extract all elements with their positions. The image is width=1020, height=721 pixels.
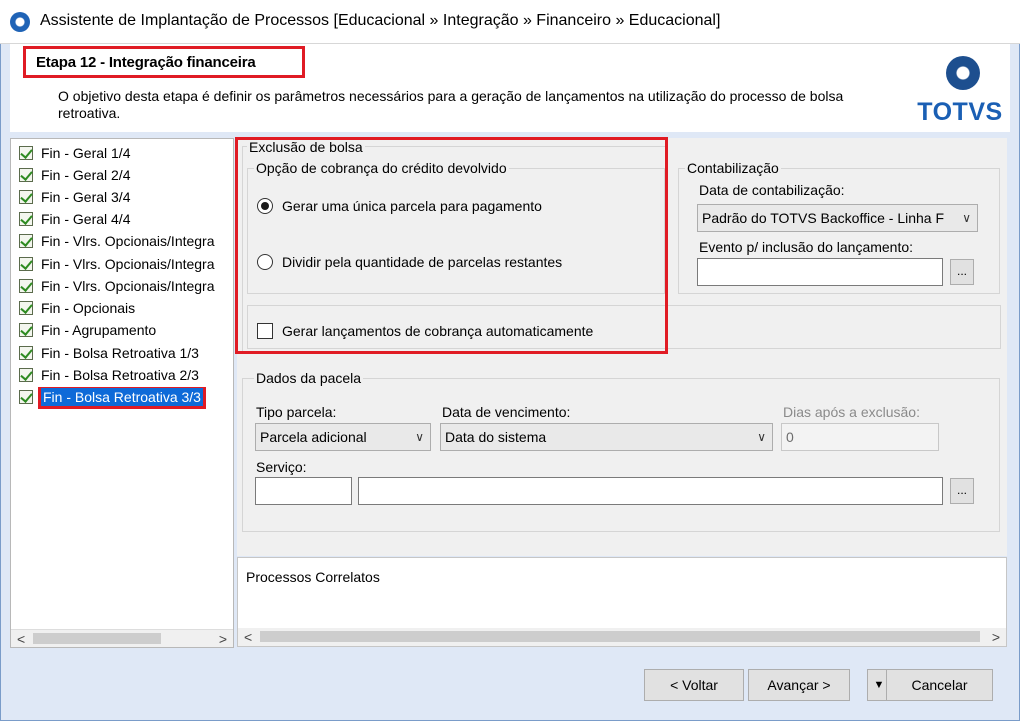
- tree-item-label: Fin - Bolsa Retroativa 1/3: [41, 345, 199, 361]
- step-header: Etapa 12 - Integração financeira O objet…: [10, 44, 1010, 132]
- checked-icon: [19, 257, 33, 271]
- caret-down-icon: ▼: [873, 679, 885, 691]
- checked-icon: [19, 390, 33, 404]
- tree-item[interactable]: Fin - Vlrs. Opcionais/Integra: [19, 254, 231, 276]
- tree-item[interactable]: Fin - Bolsa Retroativa 2/3: [19, 365, 231, 387]
- evento-lookup-button[interactable]: ...: [950, 259, 974, 285]
- servico-lookup-button[interactable]: ...: [950, 478, 974, 504]
- data-vencimento-label: Data de vencimento:: [442, 404, 571, 420]
- tree-item-selected[interactable]: Fin - Bolsa Retroativa 3/3: [17, 387, 229, 409]
- dias-apos-label: Dias após a exclusão:: [783, 404, 920, 420]
- totvs-logo: TOTVS: [915, 54, 1005, 128]
- data-vencimento-value: Data do sistema: [445, 429, 547, 445]
- scroll-left-icon[interactable]: <: [244, 629, 252, 645]
- tree-item[interactable]: Fin - Geral 1/4: [19, 143, 231, 165]
- totvs-logo-icon: [946, 56, 980, 90]
- tipo-parcela-value: Parcela adicional: [260, 429, 367, 445]
- checked-icon: [19, 301, 33, 315]
- chevron-down-icon: ∨: [962, 211, 971, 225]
- scroll-right-icon[interactable]: >: [992, 629, 1000, 645]
- back-button[interactable]: < Voltar: [644, 669, 744, 701]
- tree-item-label: Fin - Opcionais: [41, 300, 136, 316]
- tree-horizontal-scrollbar[interactable]: < >: [11, 629, 233, 647]
- servico-code-input[interactable]: [255, 477, 352, 505]
- tipo-parcela-label: Tipo parcela:: [256, 404, 337, 420]
- tree-item[interactable]: Fin - Geral 2/4: [19, 165, 231, 187]
- scroll-right-icon[interactable]: >: [219, 631, 227, 647]
- tree-item-label: Fin - Vlrs. Opcionais/Integra: [41, 256, 215, 272]
- checked-icon: [19, 168, 33, 182]
- tipo-parcela-select[interactable]: Parcela adicional ∨: [255, 423, 431, 451]
- data-contabilizacao-label: Data de contabilização:: [699, 182, 845, 198]
- servico-label: Serviço:: [256, 459, 307, 475]
- tree-item-label: Fin - Geral 2/4: [41, 167, 131, 183]
- data-contabilizacao-value: Padrão do TOTVS Backoffice - Linha F: [702, 210, 945, 226]
- checked-icon: [19, 323, 33, 337]
- tree-item-label: Fin - Geral 3/4: [41, 189, 131, 205]
- checked-icon: [19, 346, 33, 360]
- next-button[interactable]: Avançar >: [748, 669, 850, 701]
- related-horizontal-scrollbar[interactable]: < >: [238, 628, 1006, 646]
- step-description: O objetivo desta etapa é definir os parâ…: [58, 88, 844, 121]
- scroll-thumb[interactable]: [260, 631, 980, 642]
- dados-legend: Dados da pacela: [254, 370, 364, 386]
- title-bar: Assistente de Implantação de Processos […: [0, 0, 1020, 44]
- steps-tree[interactable]: Fin - Geral 1/4 Fin - Geral 2/4 Fin - Ge…: [10, 138, 234, 648]
- tree-item[interactable]: Fin - Opcionais: [19, 298, 231, 320]
- tree-item-label: Fin - Bolsa Retroativa 3/3: [38, 387, 206, 409]
- tree-item-label: Fin - Agrupamento: [41, 322, 157, 338]
- tree-item[interactable]: Fin - Geral 4/4: [19, 209, 231, 231]
- window-title: Assistente de Implantação de Processos […: [40, 12, 721, 29]
- evento-input[interactable]: [697, 258, 943, 286]
- checked-icon: [19, 234, 33, 248]
- tree-item-label: Fin - Vlrs. Opcionais/Integra: [41, 233, 215, 249]
- tree-item[interactable]: Fin - Bolsa Retroativa 1/3: [19, 343, 231, 365]
- totvs-logo-text: TOTVS: [917, 98, 1003, 126]
- contabilizacao-legend: Contabilização: [685, 160, 781, 176]
- chevron-down-icon: ∨: [757, 430, 766, 444]
- checked-icon: [19, 368, 33, 382]
- checked-icon: [19, 212, 33, 226]
- exclusao-highlight: [235, 137, 668, 354]
- tree-item-label: Fin - Geral 4/4: [41, 211, 131, 227]
- servico-desc-input[interactable]: [358, 477, 943, 505]
- step-title: Etapa 12 - Integração financeira: [36, 54, 256, 71]
- evento-label: Evento p/ inclusão do lançamento:: [699, 239, 914, 255]
- checked-icon: [19, 190, 33, 204]
- tree-item-label: Fin - Vlrs. Opcionais/Integra: [41, 278, 215, 294]
- chevron-down-icon: ∨: [415, 430, 424, 444]
- related-processes-label: Processos Correlatos: [246, 569, 380, 585]
- checked-icon: [19, 279, 33, 293]
- tree-item[interactable]: Fin - Agrupamento: [19, 320, 231, 342]
- dados-groupbox: [242, 378, 1000, 532]
- scroll-thumb[interactable]: [33, 633, 161, 644]
- dias-apos-input: 0: [781, 423, 939, 451]
- checked-icon: [19, 146, 33, 160]
- data-vencimento-select[interactable]: Data do sistema ∨: [440, 423, 773, 451]
- scroll-left-icon[interactable]: <: [17, 631, 25, 647]
- tree-item-label: Fin - Geral 1/4: [41, 145, 131, 161]
- cancel-button[interactable]: Cancelar: [886, 669, 993, 701]
- app-icon: [10, 12, 30, 32]
- tree-item[interactable]: Fin - Geral 3/4: [19, 187, 231, 209]
- tree-item-label: Fin - Bolsa Retroativa 2/3: [41, 367, 199, 383]
- data-contabilizacao-select[interactable]: Padrão do TOTVS Backoffice - Linha F ∨: [697, 204, 978, 232]
- tree-item[interactable]: Fin - Vlrs. Opcionais/Integra: [19, 231, 231, 253]
- related-processes-panel: Processos Correlatos < >: [237, 557, 1007, 647]
- tree-item[interactable]: Fin - Vlrs. Opcionais/Integra: [19, 276, 231, 298]
